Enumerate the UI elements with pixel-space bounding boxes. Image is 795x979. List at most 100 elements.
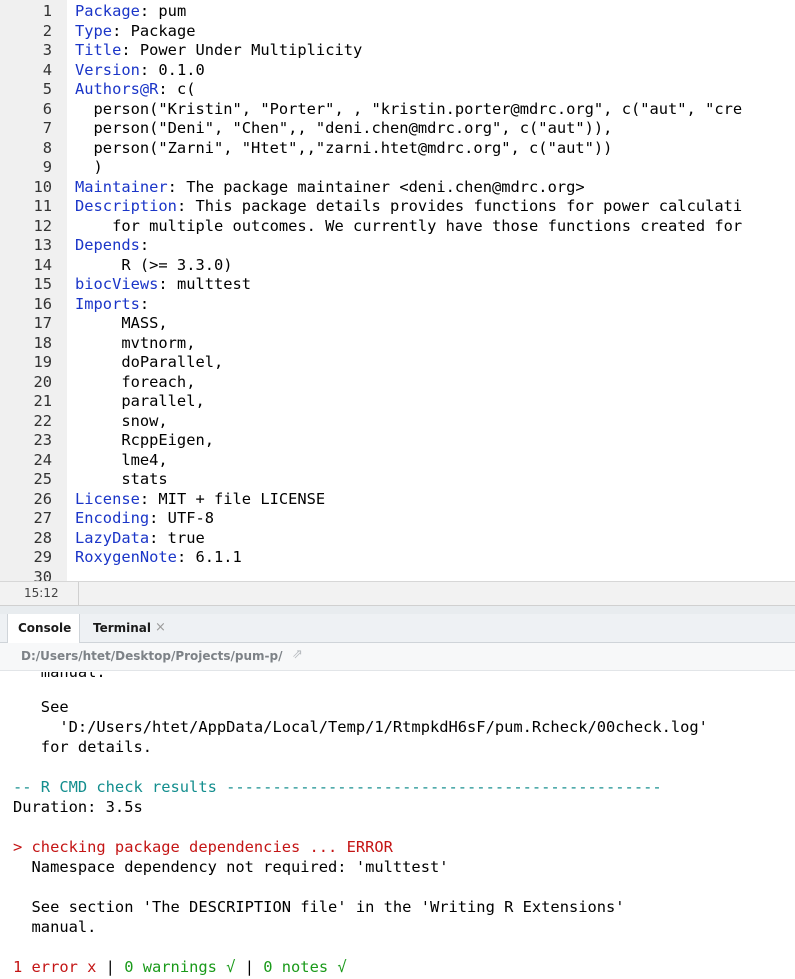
- code-text: MASS,: [75, 314, 167, 334]
- code-text: Authors@R: c(: [75, 80, 195, 100]
- go-to-directory-icon[interactable]: ⇗: [292, 647, 303, 662]
- code-line[interactable]: 15 biocViews: multtest: [0, 275, 795, 295]
- console-output[interactable]: manual. See 'D:/Users/htet/AppData/Local…: [0, 672, 795, 979]
- editor-status-bar: 15:12: [0, 582, 795, 606]
- code-line[interactable]: 5 Authors@R: c(: [0, 80, 795, 100]
- line-number: 2: [42, 21, 52, 40]
- console-line: See section 'The DESCRIPTION file' in th…: [13, 898, 625, 916]
- field-value: person("Zarni", "Htet",,"zarni.htet@mdrc…: [75, 138, 613, 157]
- field-value: :: [139, 236, 150, 254]
- code-line[interactable]: 1 Package: pum: [0, 2, 795, 22]
- line-number: 23: [33, 431, 52, 449]
- code-line[interactable]: 3 Title: Power Under Multiplicity: [0, 41, 795, 61]
- console-line: for details.: [13, 738, 152, 756]
- summary-separator: |: [96, 958, 125, 976]
- tab-terminal-label: Terminal: [93, 621, 152, 635]
- field-value: R (>= 3.3.0): [75, 255, 233, 274]
- field-keyword: biocViews: [75, 275, 159, 293]
- code-line[interactable]: 26 License: MIT + file LICENSE: [0, 490, 795, 510]
- line-number: 4: [42, 60, 52, 79]
- field-value: : 6.1.1: [176, 548, 242, 566]
- field-value: person("Kristin", "Porter", , "kristin.p…: [75, 99, 743, 118]
- line-number: 27: [33, 509, 52, 527]
- code-text: Encoding: UTF-8: [75, 509, 214, 529]
- source-editor[interactable]: 1 Package: pum 2 Type: Package 3 Title: Power…: [0, 0, 795, 582]
- line-number: 29: [33, 548, 52, 566]
- field-value: person("Deni", "Chen",, "deni.chen@mdrc.…: [75, 119, 613, 137]
- code-line[interactable]: 2 Type: Package: [0, 22, 795, 42]
- line-number: 3: [42, 41, 52, 59]
- line-number: 11: [33, 197, 52, 215]
- summary-separator: |: [235, 958, 264, 976]
- line-number: 8: [42, 138, 52, 157]
- code-line[interactable]: 7 person("Deni", "Chen",, "deni.chen@mdr…: [0, 119, 795, 139]
- code-line[interactable]: 16 Imports:: [0, 295, 795, 315]
- code-line[interactable]: 9 ): [0, 158, 795, 178]
- code-text: Package: pum: [75, 2, 186, 22]
- code-line[interactable]: 8 person("Zarni", "Htet",,"zarni.htet@md…: [0, 139, 795, 159]
- code-text: person("Zarni", "Htet",,"zarni.htet@mdrc…: [75, 138, 613, 159]
- code-line[interactable]: 24 lme4,: [0, 451, 795, 471]
- code-text: parallel,: [75, 392, 204, 412]
- duration-line: Duration: 3.5s: [13, 798, 143, 816]
- line-number: 17: [33, 314, 52, 332]
- code-line[interactable]: 4 Version: 0.1.0: [0, 61, 795, 81]
- field-keyword: Authors@R: [75, 80, 159, 98]
- field-value: RcppEigen,: [75, 431, 214, 449]
- code-line[interactable]: 12 for multiple outcomes. We currently h…: [0, 217, 795, 237]
- code-line[interactable]: 25 stats: [0, 470, 795, 490]
- code-line[interactable]: 27 Encoding: UTF-8: [0, 509, 795, 529]
- line-number: 22: [33, 411, 52, 430]
- code-line[interactable]: 21 parallel,: [0, 392, 795, 412]
- cursor-position[interactable]: 15:12: [24, 586, 59, 600]
- code-line[interactable]: 23 RcppEigen,: [0, 431, 795, 451]
- warning-count: 0 warnings √: [124, 958, 236, 976]
- code-text: person("Deni", "Chen",, "deni.chen@mdrc.…: [75, 119, 613, 139]
- code-text: doParallel,: [75, 353, 223, 373]
- code-line[interactable]: 13 Depends:: [0, 236, 795, 256]
- code-line[interactable]: 10 Maintainer: The package maintainer <de…: [0, 178, 795, 198]
- field-value: for multiple outcomes. We currently have…: [75, 216, 743, 235]
- code-text: stats: [75, 470, 167, 490]
- code-text: person("Kristin", "Porter", , "kristin.p…: [75, 99, 743, 120]
- field-value: lme4,: [75, 450, 168, 469]
- code-text: LazyData: true: [75, 529, 205, 549]
- check-summary: 1 error x | 0 warnings √ | 0 notes √: [13, 957, 347, 977]
- tab-console[interactable]: Console: [7, 614, 80, 644]
- code-line[interactable]: 14 R (>= 3.3.0): [0, 256, 795, 276]
- line-number: 12: [33, 216, 52, 235]
- line-number: 21: [33, 392, 52, 410]
- code-line[interactable]: 30: [0, 568, 795, 583]
- code-line[interactable]: 28 LazyData: true: [0, 529, 795, 549]
- code-text: biocViews: multtest: [75, 275, 251, 295]
- code-text: R (>= 3.3.0): [75, 255, 233, 276]
- code-line[interactable]: 22 snow,: [0, 412, 795, 432]
- code-line[interactable]: 18 mvtnorm,: [0, 334, 795, 354]
- field-keyword: License: [75, 489, 140, 508]
- code-text: for multiple outcomes. We currently have…: [75, 217, 742, 237]
- line-number: 30: [33, 567, 52, 583]
- code-text: snow,: [75, 412, 167, 432]
- line-number: 20: [33, 372, 52, 391]
- code-line[interactable]: 19 doParallel,: [0, 353, 795, 373]
- field-keyword: Title: [75, 41, 122, 59]
- code-line[interactable]: 6 person("Kristin", "Porter", , "kristin…: [0, 100, 795, 120]
- line-number: 15: [33, 275, 52, 293]
- code-line[interactable]: 29 RoxygenNote: 6.1.1: [0, 548, 795, 568]
- line-number: 18: [33, 333, 52, 352]
- field-keyword: Version: [75, 60, 140, 79]
- code-line[interactable]: 20 foreach,: [0, 373, 795, 393]
- field-value: : MIT + file LICENSE: [139, 489, 326, 508]
- field-value: : UTF-8: [149, 509, 215, 527]
- field-value: foreach,: [75, 372, 196, 391]
- field-value: : true: [149, 528, 205, 547]
- field-value: ): [75, 158, 103, 176]
- code-line[interactable]: 17 MASS,: [0, 314, 795, 334]
- pane-splitter[interactable]: [0, 606, 795, 614]
- code-text: mvtnorm,: [75, 334, 195, 354]
- field-value: : pum: [139, 2, 187, 20]
- field-keyword: Depends: [75, 236, 140, 254]
- code-line[interactable]: 11 Description: This package details prov…: [0, 197, 795, 217]
- close-icon[interactable]: ×: [155, 614, 166, 642]
- error-detail: Namespace dependency not required: 'mult…: [13, 858, 449, 876]
